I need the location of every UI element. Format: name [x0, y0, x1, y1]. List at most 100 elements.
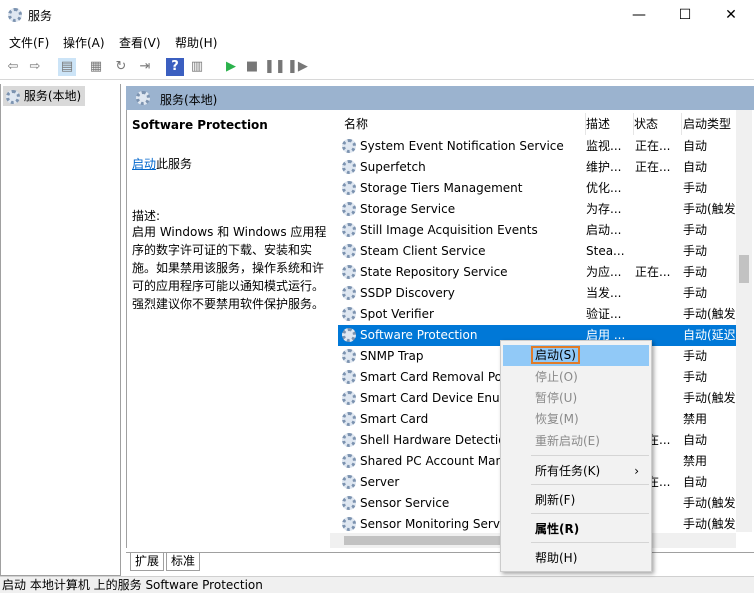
context-menu-refresh[interactable]: 刷新(F) [503, 490, 649, 511]
context-menu-start[interactable]: 启动(S) [503, 345, 649, 366]
service-startup-type: 禁用 [683, 412, 708, 426]
description-text: 启用 Windows 和 Windows 应用程序的数字许可证的下载、安装和实施… [132, 225, 327, 311]
gear-icon [342, 454, 356, 468]
service-startup-type: 手动 [683, 370, 708, 384]
menu-separator [531, 513, 649, 514]
close-button[interactable]: ✕ [708, 0, 754, 30]
properties-icon[interactable]: ▦ [87, 58, 105, 76]
service-name: Steam Client Service [360, 244, 486, 258]
menu-help[interactable]: 帮助(H) [175, 34, 217, 51]
menu-item-label: 重新启动(E) [535, 434, 600, 448]
service-startup-type: 自动(延迟 [683, 328, 736, 342]
export-icon[interactable]: ⇥ [136, 58, 154, 76]
gear-icon [342, 496, 356, 510]
service-startup-type: 自动 [683, 139, 708, 153]
context-menu-help[interactable]: 帮助(H) [503, 548, 649, 569]
service-startup-type: 自动 [683, 433, 708, 447]
pause-icon[interactable]: ❚❚ [264, 58, 286, 76]
service-startup-type: 手动 [683, 349, 708, 363]
status-bar: 启动 本地计算机 上的服务 Software Protection [0, 576, 754, 593]
service-row[interactable]: SSDP Discovery 当发... 手动 [338, 283, 736, 304]
menu-view[interactable]: 查看(V) [119, 34, 161, 51]
start-icon[interactable]: ▶ [222, 58, 240, 76]
context-menu-stop[interactable]: 停止(O) [503, 367, 649, 388]
service-name: Storage Tiers Management [360, 181, 523, 195]
menu-separator [531, 542, 649, 543]
start-service-suffix: 此服务 [156, 157, 193, 171]
resume-icon[interactable]: ❚▶ [287, 58, 308, 76]
service-name: Storage Service [360, 202, 456, 216]
start-service-link[interactable]: 启动 [132, 157, 156, 171]
service-row[interactable]: Steam Client Service Stea... 手动 [338, 241, 736, 262]
vertical-scrollbar[interactable] [736, 110, 752, 532]
service-name: Spot Verifier [360, 307, 434, 321]
refresh-icon[interactable]: ↻ [112, 58, 130, 76]
tab-extended[interactable]: 扩展 [130, 553, 165, 571]
column-header-name[interactable]: 名称 [344, 113, 586, 135]
help-icon[interactable]: ? [166, 58, 184, 76]
service-name: State Repository Service [360, 265, 508, 279]
service-row[interactable]: Storage Tiers Management 优化... 手动 [338, 178, 736, 199]
service-startup-type: 手动(触发 [683, 496, 736, 510]
menu-action[interactable]: 操作(A) [63, 34, 105, 51]
minimize-button[interactable]: — [616, 0, 662, 30]
context-menu-resume[interactable]: 恢复(M) [503, 409, 649, 430]
pane-header-title: 服务(本地) [160, 93, 218, 107]
menu-item-label: 所有任务(K) [535, 464, 601, 478]
window-title: 服务 [28, 9, 53, 23]
tree-item-services-local[interactable]: 服务(本地) [3, 86, 85, 106]
tab-standard[interactable]: 标准 [166, 553, 201, 571]
service-startup-type: 自动 [683, 475, 708, 489]
service-name: SSDP Discovery [360, 286, 455, 300]
forward-arrow-icon[interactable]: ⇨ [26, 58, 44, 76]
gear-icon [342, 349, 356, 363]
action-pane-icon[interactable]: ▥ [188, 58, 206, 76]
gear-icon [342, 223, 356, 237]
stop-icon[interactable]: ■ [243, 58, 261, 76]
chevron-right-icon: › [634, 464, 639, 478]
back-arrow-icon[interactable]: ⇦ [4, 58, 22, 76]
menu-file[interactable]: 文件(F) [9, 34, 49, 51]
service-row[interactable]: State Repository Service 为应... 正在... 手动 [338, 262, 736, 283]
gear-icon [342, 286, 356, 300]
service-name: Still Image Acquisition Events [360, 223, 538, 237]
description-pane: Software Protection 启动此服务 描述: 启用 Windows… [126, 110, 330, 548]
show-tree-icon[interactable]: ▤ [58, 58, 76, 76]
gear-icon [136, 91, 150, 105]
service-startup-type: 手动 [683, 265, 708, 279]
gear-icon [342, 244, 356, 258]
menu-bar [0, 30, 754, 52]
service-row[interactable]: Spot Verifier 验证... 手动(触发 [338, 304, 736, 325]
context-menu-properties[interactable]: 属性(R) [503, 519, 649, 540]
service-row[interactable]: System Event Notification Service 监视... … [338, 136, 736, 157]
service-startup-type: 手动(触发 [683, 391, 736, 405]
service-startup-type: 手动(触发 [683, 202, 736, 216]
service-startup-type: 禁用 [683, 454, 708, 468]
gear-icon [6, 89, 20, 104]
gear-icon [342, 517, 356, 531]
context-menu-restart[interactable]: 重新启动(E) [503, 431, 649, 452]
context-menu-all-tasks[interactable]: 所有任务(K) › [503, 461, 649, 482]
service-description: 维护... [586, 160, 622, 174]
service-row[interactable]: Storage Service 为存... 手动(触发 [338, 199, 736, 220]
column-header-description[interactable]: 描述 [586, 113, 634, 135]
service-startup-type: 手动 [683, 181, 708, 195]
context-menu-pause[interactable]: 暂停(U) [503, 388, 649, 409]
service-row[interactable]: Still Image Acquisition Events 启动... 手动 [338, 220, 736, 241]
menu-item-label: 停止(O) [535, 370, 578, 384]
services-app-icon [8, 8, 22, 22]
menu-item-label: 启动(S) [531, 346, 580, 364]
column-header-startup-type[interactable]: 启动类型 [683, 113, 736, 135]
service-startup-type: 手动 [683, 223, 708, 237]
column-header-status[interactable]: 状态 [634, 113, 682, 135]
gear-icon [342, 265, 356, 279]
service-startup-type: 手动 [683, 286, 708, 300]
service-row[interactable]: Superfetch 维护... 正在... 自动 [338, 157, 736, 178]
service-description: 为存... [586, 202, 622, 216]
gear-icon [342, 202, 356, 216]
service-name: System Event Notification Service [360, 139, 564, 153]
service-status: 正在... [635, 265, 671, 279]
tree-pane [0, 84, 121, 576]
maximize-button[interactable]: ☐ [662, 0, 708, 30]
menu-item-label: 帮助(H) [535, 551, 578, 565]
